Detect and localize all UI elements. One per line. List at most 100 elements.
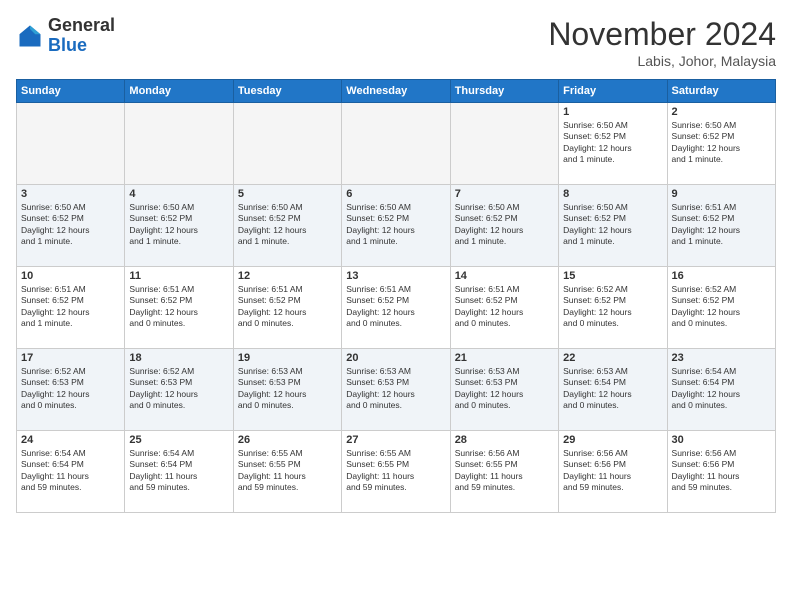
cell-info: Sunrise: 6:50 AM Sunset: 6:52 PM Dayligh… (563, 120, 662, 166)
cell-info: Sunrise: 6:53 AM Sunset: 6:53 PM Dayligh… (346, 366, 445, 412)
calendar-cell: 9 Sunrise: 6:51 AM Sunset: 6:52 PM Daylig… (667, 185, 775, 267)
cell-info: Sunrise: 6:50 AM Sunset: 6:52 PM Dayligh… (346, 202, 445, 248)
cell-info: Sunrise: 6:52 AM Sunset: 6:53 PM Dayligh… (21, 366, 120, 412)
calendar-cell (450, 103, 558, 185)
day-number: 28 (455, 434, 554, 446)
cell-info: Sunrise: 6:55 AM Sunset: 6:55 PM Dayligh… (238, 448, 337, 494)
calendar-cell: 2 Sunrise: 6:50 AM Sunset: 6:52 PM Daylig… (667, 103, 775, 185)
calendar-cell: 7Sunrise: 6:50 AM Sunset: 6:52 PM Daylig… (450, 185, 558, 267)
cell-info: Sunrise: 6:56 AM Sunset: 6:56 PM Dayligh… (672, 448, 771, 494)
calendar-cell: 21 Sunrise: 6:53 AM Sunset: 6:53 PM Dayli… (450, 349, 558, 431)
calendar-cell: 15Sunrise: 6:52 AM Sunset: 6:52 PM Dayli… (559, 267, 667, 349)
page: General Blue November 2024 Labis, Johor,… (0, 0, 792, 612)
weekday-sunday: Sunday (17, 80, 125, 103)
cell-info: Sunrise: 6:51 AM Sunset: 6:52 PM Dayligh… (672, 202, 771, 248)
month-title: November 2024 (548, 16, 776, 53)
cell-info: Sunrise: 6:50 AM Sunset: 6:52 PM Dayligh… (563, 202, 662, 248)
logo-text: General Blue (48, 16, 115, 56)
cell-info: Sunrise: 6:53 AM Sunset: 6:53 PM Dayligh… (238, 366, 337, 412)
calendar-week-3: 10Sunrise: 6:51 AM Sunset: 6:52 PM Dayli… (17, 267, 776, 349)
cell-info: Sunrise: 6:50 AM Sunset: 6:52 PM Dayligh… (238, 202, 337, 248)
calendar-cell: 14 Sunrise: 6:51 AM Sunset: 6:52 PM Dayli… (450, 267, 558, 349)
calendar-cell: 17Sunrise: 6:52 AM Sunset: 6:53 PM Dayli… (17, 349, 125, 431)
weekday-tuesday: Tuesday (233, 80, 341, 103)
calendar-cell (17, 103, 125, 185)
calendar-cell: 22 Sunrise: 6:53 AM Sunset: 6:54 PM Dayli… (559, 349, 667, 431)
day-number: 20 (346, 352, 445, 364)
weekday-friday: Friday (559, 80, 667, 103)
logo-blue: Blue (48, 35, 87, 55)
weekday-thursday: Thursday (450, 80, 558, 103)
cell-info: Sunrise: 6:56 AM Sunset: 6:56 PM Dayligh… (563, 448, 662, 494)
weekday-wednesday: Wednesday (342, 80, 450, 103)
day-number: 27 (346, 434, 445, 446)
cell-info: Sunrise: 6:53 AM Sunset: 6:54 PM Dayligh… (563, 366, 662, 412)
day-number: 3 (21, 188, 120, 200)
cell-info: Sunrise: 6:50 AM Sunset: 6:52 PM Dayligh… (21, 202, 120, 248)
day-number: 16 (672, 270, 771, 282)
day-number: 26 (238, 434, 337, 446)
calendar-cell: 25 Sunrise: 6:54 AM Sunset: 6:54 PM Dayli… (125, 431, 233, 513)
calendar-cell: 10Sunrise: 6:51 AM Sunset: 6:52 PM Dayli… (17, 267, 125, 349)
calendar-cell: 27 Sunrise: 6:55 AM Sunset: 6:55 PM Dayli… (342, 431, 450, 513)
logo-icon (16, 22, 44, 50)
cell-info: Sunrise: 6:52 AM Sunset: 6:52 PM Dayligh… (563, 284, 662, 330)
day-number: 12 (238, 270, 337, 282)
cell-info: Sunrise: 6:53 AM Sunset: 6:53 PM Dayligh… (455, 366, 554, 412)
cell-info: Sunrise: 6:50 AM Sunset: 6:52 PM Dayligh… (672, 120, 771, 166)
day-number: 11 (129, 270, 228, 282)
cell-info: Sunrise: 6:55 AM Sunset: 6:55 PM Dayligh… (346, 448, 445, 494)
cell-info: Sunrise: 6:56 AM Sunset: 6:55 PM Dayligh… (455, 448, 554, 494)
header: General Blue November 2024 Labis, Johor,… (16, 16, 776, 69)
day-number: 5 (238, 188, 337, 200)
cell-info: Sunrise: 6:50 AM Sunset: 6:52 PM Dayligh… (129, 202, 228, 248)
day-number: 19 (238, 352, 337, 364)
calendar-cell (342, 103, 450, 185)
day-number: 22 (563, 352, 662, 364)
cell-info: Sunrise: 6:50 AM Sunset: 6:52 PM Dayligh… (455, 202, 554, 248)
calendar-cell: 5 Sunrise: 6:50 AM Sunset: 6:52 PM Daylig… (233, 185, 341, 267)
cell-info: Sunrise: 6:51 AM Sunset: 6:52 PM Dayligh… (238, 284, 337, 330)
calendar-cell: 30 Sunrise: 6:56 AM Sunset: 6:56 PM Dayli… (667, 431, 775, 513)
cell-info: Sunrise: 6:54 AM Sunset: 6:54 PM Dayligh… (129, 448, 228, 494)
day-number: 23 (672, 352, 771, 364)
day-number: 8 (563, 188, 662, 200)
calendar-cell: 3 Sunrise: 6:50 AM Sunset: 6:52 PM Daylig… (17, 185, 125, 267)
calendar-cell: 28 Sunrise: 6:56 AM Sunset: 6:55 PM Dayli… (450, 431, 558, 513)
calendar-cell: 6Sunrise: 6:50 AM Sunset: 6:52 PM Daylig… (342, 185, 450, 267)
day-number: 9 (672, 188, 771, 200)
calendar-cell: 26 Sunrise: 6:55 AM Sunset: 6:55 PM Dayli… (233, 431, 341, 513)
weekday-saturday: Saturday (667, 80, 775, 103)
calendar-cell: 12 Sunrise: 6:51 AM Sunset: 6:52 PM Dayli… (233, 267, 341, 349)
calendar-cell: 29Sunrise: 6:56 AM Sunset: 6:56 PM Dayli… (559, 431, 667, 513)
day-number: 4 (129, 188, 228, 200)
calendar-cell (125, 103, 233, 185)
cell-info: Sunrise: 6:51 AM Sunset: 6:52 PM Dayligh… (21, 284, 120, 330)
cell-info: Sunrise: 6:52 AM Sunset: 6:52 PM Dayligh… (672, 284, 771, 330)
day-number: 2 (672, 106, 771, 118)
weekday-header-row: SundayMondayTuesdayWednesdayThursdayFrid… (17, 80, 776, 103)
calendar-cell: 20 Sunrise: 6:53 AM Sunset: 6:53 PM Dayli… (342, 349, 450, 431)
day-number: 13 (346, 270, 445, 282)
calendar-week-2: 3 Sunrise: 6:50 AM Sunset: 6:52 PM Daylig… (17, 185, 776, 267)
day-number: 14 (455, 270, 554, 282)
calendar-cell: 4 Sunrise: 6:50 AM Sunset: 6:52 PM Daylig… (125, 185, 233, 267)
day-number: 30 (672, 434, 771, 446)
calendar-cell: 19 Sunrise: 6:53 AM Sunset: 6:53 PM Dayli… (233, 349, 341, 431)
calendar-cell: 11Sunrise: 6:51 AM Sunset: 6:52 PM Dayli… (125, 267, 233, 349)
cell-info: Sunrise: 6:51 AM Sunset: 6:52 PM Dayligh… (346, 284, 445, 330)
day-number: 24 (21, 434, 120, 446)
calendar-cell (233, 103, 341, 185)
calendar-cell: 16 Sunrise: 6:52 AM Sunset: 6:52 PM Dayli… (667, 267, 775, 349)
calendar-cell: 18Sunrise: 6:52 AM Sunset: 6:53 PM Dayli… (125, 349, 233, 431)
day-number: 21 (455, 352, 554, 364)
logo: General Blue (16, 16, 115, 56)
cell-info: Sunrise: 6:52 AM Sunset: 6:53 PM Dayligh… (129, 366, 228, 412)
calendar-table: SundayMondayTuesdayWednesdayThursdayFrid… (16, 79, 776, 513)
cell-info: Sunrise: 6:54 AM Sunset: 6:54 PM Dayligh… (21, 448, 120, 494)
calendar-cell: 23Sunrise: 6:54 AM Sunset: 6:54 PM Dayli… (667, 349, 775, 431)
cell-info: Sunrise: 6:51 AM Sunset: 6:52 PM Dayligh… (455, 284, 554, 330)
day-number: 25 (129, 434, 228, 446)
calendar-week-1: 1 Sunrise: 6:50 AM Sunset: 6:52 PM Daylig… (17, 103, 776, 185)
day-number: 1 (563, 106, 662, 118)
